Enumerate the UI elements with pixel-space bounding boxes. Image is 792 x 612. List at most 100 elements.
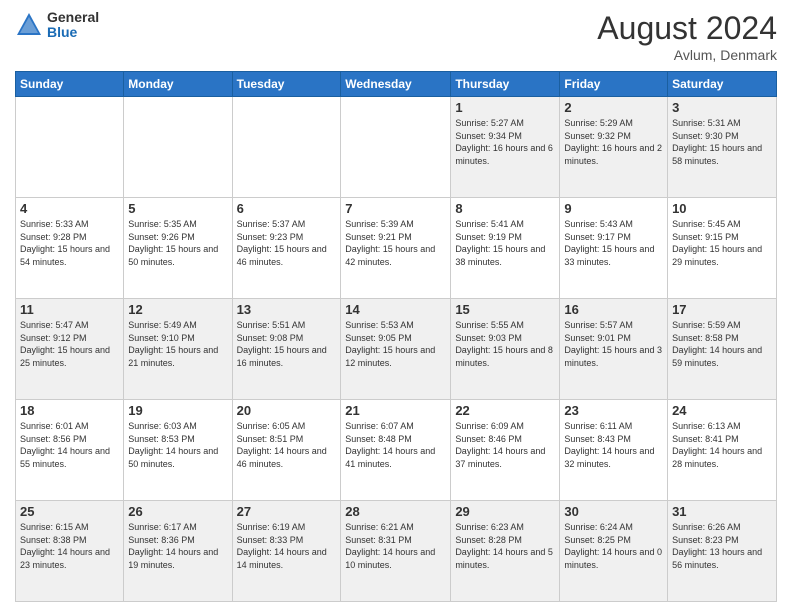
day-cell-0-3 [341,97,451,198]
day-cell-0-2 [232,97,341,198]
day-cell-0-6: 3 Sunrise: 5:31 AM Sunset: 9:30 PM Daylig… [668,97,777,198]
location: Avlum, Denmark [597,47,777,63]
header: General Blue August 2024 Avlum, Denmark [15,10,777,63]
day-info: Sunrise: 5:49 AM Sunset: 9:10 PM Dayligh… [128,319,227,369]
day-number: 30 [564,504,663,519]
day-number: 21 [345,403,446,418]
day-cell-4-3: 28 Sunrise: 6:21 AM Sunset: 8:31 PM Dayli… [341,501,451,602]
day-cell-1-4: 8Sunrise: 5:41 AM Sunset: 9:19 PM Daylig… [451,198,560,299]
day-info: Sunrise: 6:05 AM Sunset: 8:51 PM Dayligh… [237,420,337,470]
day-cell-2-0: 11 Sunrise: 5:47 AM Sunset: 9:12 PM Dayli… [16,299,124,400]
day-info: Sunrise: 6:23 AM Sunset: 8:28 PM Dayligh… [455,521,555,571]
day-cell-1-2: 6Sunrise: 5:37 AM Sunset: 9:23 PM Daylig… [232,198,341,299]
day-cell-0-4: 1 Sunrise: 5:27 AM Sunset: 9:34 PM Daylig… [451,97,560,198]
day-info: Sunrise: 6:21 AM Sunset: 8:31 PM Dayligh… [345,521,446,571]
day-number: 31 [672,504,772,519]
day-info: Sunrise: 6:03 AM Sunset: 8:53 PM Dayligh… [128,420,227,470]
day-number: 18 [20,403,119,418]
day-number: 22 [455,403,555,418]
day-cell-1-1: 5 Sunrise: 5:35 AM Sunset: 9:26 PM Daylig… [124,198,232,299]
day-info: Sunrise: 6:11 AM Sunset: 8:43 PM Dayligh… [564,420,663,470]
week-row-3: 18 Sunrise: 6:01 AM Sunset: 8:56 PM Dayli… [16,400,777,501]
day-info: Sunrise: 5:39 AM Sunset: 9:21 PM Dayligh… [345,218,446,268]
day-info: Sunrise: 5:59 AM Sunset: 8:58 PM Dayligh… [672,319,772,369]
day-number: 9 [564,201,663,216]
col-wednesday: Wednesday [341,72,451,97]
day-cell-0-1 [124,97,232,198]
col-friday: Friday [560,72,668,97]
day-info: Sunrise: 6:09 AM Sunset: 8:46 PM Dayligh… [455,420,555,470]
day-info: Sunrise: 5:33 AM Sunset: 9:28 PM Dayligh… [20,218,119,268]
day-info: Sunrise: 5:27 AM Sunset: 9:34 PM Dayligh… [455,117,555,167]
day-number: 3 [672,100,772,115]
day-cell-1-6: 10Sunrise: 5:45 AM Sunset: 9:15 PM Dayli… [668,198,777,299]
day-number: 13 [237,302,337,317]
header-row: Sunday Monday Tuesday Wednesday Thursday… [16,72,777,97]
week-row-1: 4 Sunrise: 5:33 AM Sunset: 9:28 PM Daylig… [16,198,777,299]
day-cell-2-1: 12 Sunrise: 5:49 AM Sunset: 9:10 PM Dayli… [124,299,232,400]
day-cell-4-0: 25 Sunrise: 6:15 AM Sunset: 8:38 PM Dayli… [16,501,124,602]
logo-general-text: General [47,10,99,25]
day-number: 25 [20,504,119,519]
day-number: 7 [345,201,446,216]
day-cell-2-4: 15Sunrise: 5:55 AM Sunset: 9:03 PM Dayli… [451,299,560,400]
day-number: 29 [455,504,555,519]
day-number: 4 [20,201,119,216]
calendar-body: 1 Sunrise: 5:27 AM Sunset: 9:34 PM Daylig… [16,97,777,602]
day-cell-4-2: 27Sunrise: 6:19 AM Sunset: 8:33 PM Dayli… [232,501,341,602]
day-info: Sunrise: 5:47 AM Sunset: 9:12 PM Dayligh… [20,319,119,369]
day-info: Sunrise: 6:15 AM Sunset: 8:38 PM Dayligh… [20,521,119,571]
day-cell-2-5: 16 Sunrise: 5:57 AM Sunset: 9:01 PM Dayli… [560,299,668,400]
day-number: 19 [128,403,227,418]
day-info: Sunrise: 6:26 AM Sunset: 8:23 PM Dayligh… [672,521,772,571]
day-cell-3-0: 18 Sunrise: 6:01 AM Sunset: 8:56 PM Dayli… [16,400,124,501]
day-info: Sunrise: 5:55 AM Sunset: 9:03 PM Dayligh… [455,319,555,369]
col-sunday: Sunday [16,72,124,97]
day-info: Sunrise: 6:13 AM Sunset: 8:41 PM Dayligh… [672,420,772,470]
day-cell-2-2: 13Sunrise: 5:51 AM Sunset: 9:08 PM Dayli… [232,299,341,400]
day-number: 14 [345,302,446,317]
day-cell-3-1: 19 Sunrise: 6:03 AM Sunset: 8:53 PM Dayli… [124,400,232,501]
day-cell-1-5: 9Sunrise: 5:43 AM Sunset: 9:17 PM Daylig… [560,198,668,299]
day-number: 12 [128,302,227,317]
col-saturday: Saturday [668,72,777,97]
page: General Blue August 2024 Avlum, Denmark … [0,0,792,612]
day-cell-0-5: 2Sunrise: 5:29 AM Sunset: 9:32 PM Daylig… [560,97,668,198]
day-info: Sunrise: 5:53 AM Sunset: 9:05 PM Dayligh… [345,319,446,369]
week-row-2: 11 Sunrise: 5:47 AM Sunset: 9:12 PM Dayli… [16,299,777,400]
day-cell-3-3: 21Sunrise: 6:07 AM Sunset: 8:48 PM Dayli… [341,400,451,501]
col-thursday: Thursday [451,72,560,97]
calendar-table: Sunday Monday Tuesday Wednesday Thursday… [15,71,777,602]
day-number: 16 [564,302,663,317]
day-cell-3-2: 20Sunrise: 6:05 AM Sunset: 8:51 PM Dayli… [232,400,341,501]
day-cell-4-6: 31 Sunrise: 6:26 AM Sunset: 8:23 PM Dayli… [668,501,777,602]
day-info: Sunrise: 6:01 AM Sunset: 8:56 PM Dayligh… [20,420,119,470]
day-cell-1-3: 7 Sunrise: 5:39 AM Sunset: 9:21 PM Daylig… [341,198,451,299]
day-info: Sunrise: 5:31 AM Sunset: 9:30 PM Dayligh… [672,117,772,167]
day-number: 5 [128,201,227,216]
day-cell-4-1: 26 Sunrise: 6:17 AM Sunset: 8:36 PM Dayli… [124,501,232,602]
day-info: Sunrise: 5:35 AM Sunset: 9:26 PM Dayligh… [128,218,227,268]
day-cell-2-6: 17Sunrise: 5:59 AM Sunset: 8:58 PM Dayli… [668,299,777,400]
logo: General Blue [15,10,99,41]
day-number: 28 [345,504,446,519]
day-number: 6 [237,201,337,216]
day-number: 24 [672,403,772,418]
day-cell-4-4: 29 Sunrise: 6:23 AM Sunset: 8:28 PM Dayli… [451,501,560,602]
week-row-4: 25 Sunrise: 6:15 AM Sunset: 8:38 PM Dayli… [16,501,777,602]
week-row-0: 1 Sunrise: 5:27 AM Sunset: 9:34 PM Daylig… [16,97,777,198]
logo-text: General Blue [47,10,99,41]
day-info: Sunrise: 5:57 AM Sunset: 9:01 PM Dayligh… [564,319,663,369]
calendar: Sunday Monday Tuesday Wednesday Thursday… [15,71,777,602]
col-tuesday: Tuesday [232,72,341,97]
day-number: 11 [20,302,119,317]
col-monday: Monday [124,72,232,97]
day-cell-3-6: 24 Sunrise: 6:13 AM Sunset: 8:41 PM Dayli… [668,400,777,501]
day-number: 1 [455,100,555,115]
day-info: Sunrise: 6:17 AM Sunset: 8:36 PM Dayligh… [128,521,227,571]
title-block: August 2024 Avlum, Denmark [597,10,777,63]
day-cell-4-5: 30Sunrise: 6:24 AM Sunset: 8:25 PM Dayli… [560,501,668,602]
day-number: 26 [128,504,227,519]
logo-blue-text: Blue [47,25,99,40]
day-number: 23 [564,403,663,418]
